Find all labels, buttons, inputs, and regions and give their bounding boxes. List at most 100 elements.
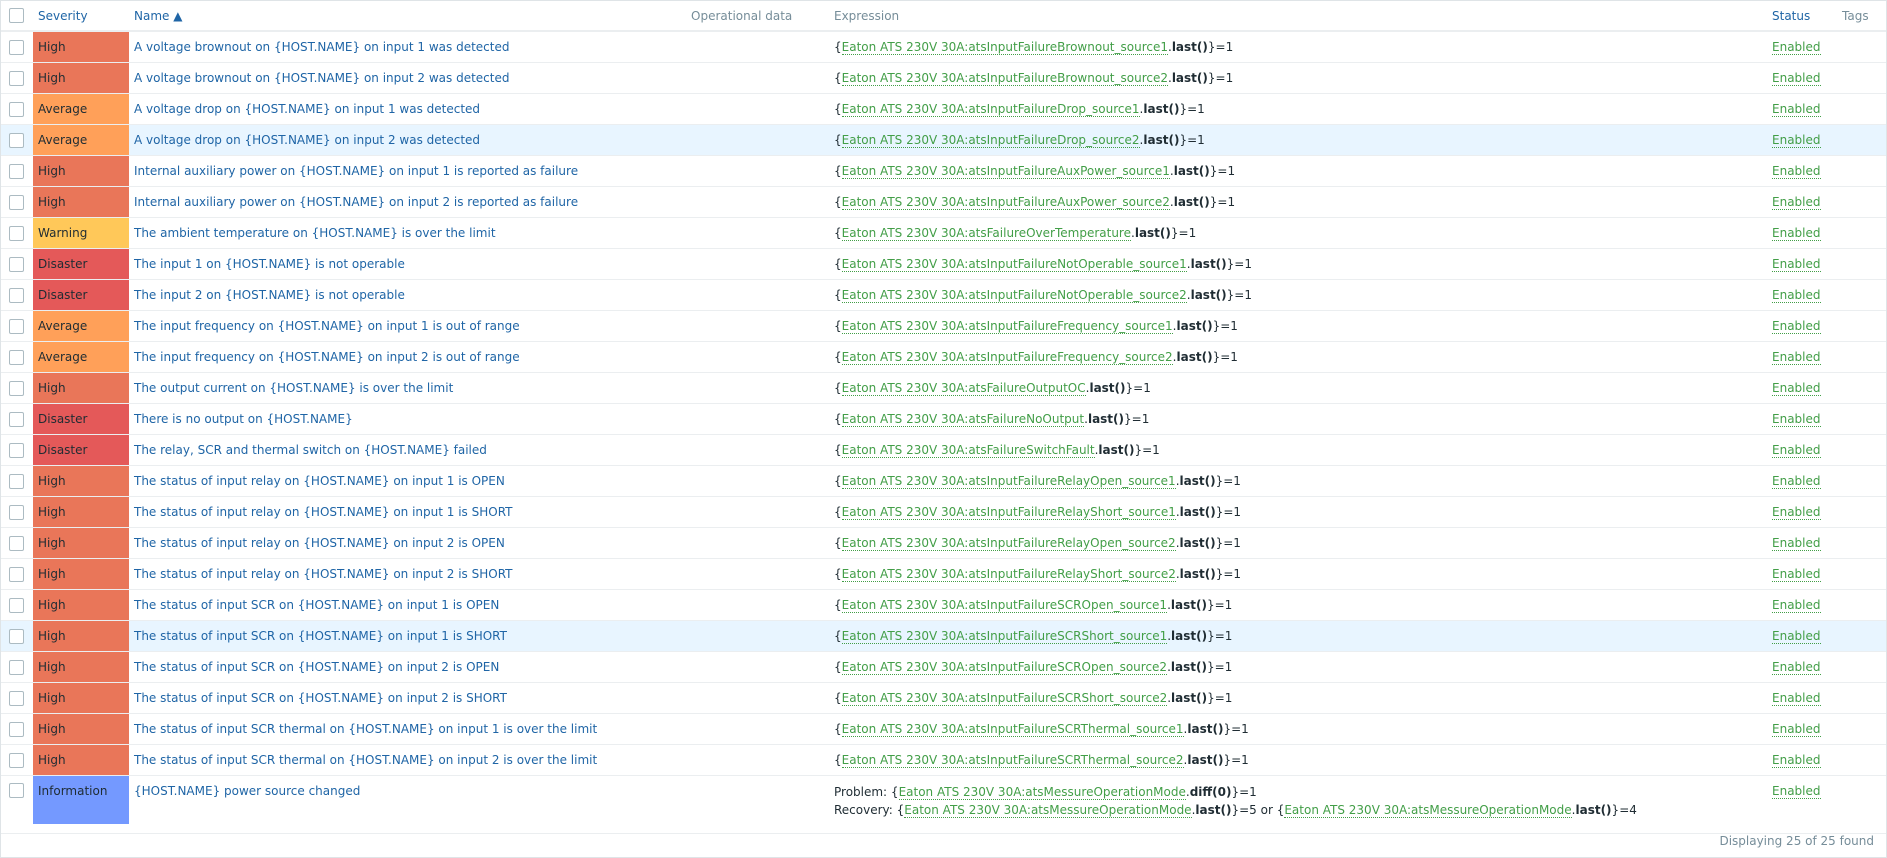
trigger-name-link[interactable]: A voltage brownout on {HOST.NAME} on inp… [134, 71, 509, 85]
expression-item-link[interactable]: Eaton ATS 230V 30A:atsInputFailureBrowno… [841, 40, 1168, 55]
trigger-name-link[interactable]: The status of input relay on {HOST.NAME}… [134, 567, 513, 581]
trigger-name-link[interactable]: The status of input SCR thermal on {HOST… [134, 722, 597, 736]
expression-item-link[interactable]: Eaton ATS 230V 30A:atsInputFailureFreque… [841, 350, 1173, 365]
row-checkbox[interactable] [9, 411, 24, 427]
row-checkbox[interactable] [9, 659, 24, 675]
trigger-name-link[interactable]: The relay, SCR and thermal switch on {HO… [134, 443, 487, 457]
trigger-name-link[interactable]: The status of input SCR on {HOST.NAME} o… [134, 660, 499, 674]
status-toggle[interactable]: Enabled [1772, 412, 1821, 427]
row-checkbox[interactable] [9, 287, 24, 303]
row-checkbox[interactable] [9, 442, 24, 458]
row-checkbox[interactable] [9, 194, 24, 210]
name-header[interactable]: Name ▲ [129, 1, 691, 32]
status-toggle[interactable]: Enabled [1772, 443, 1821, 458]
status-toggle[interactable]: Enabled [1772, 660, 1821, 675]
severity-header[interactable]: Severity [33, 1, 129, 32]
expression-item-link[interactable]: Eaton ATS 230V 30A:atsFailureSwitchFault [841, 443, 1095, 458]
expression-item-link[interactable]: Eaton ATS 230V 30A:atsInputFailureNotOpe… [841, 257, 1187, 272]
trigger-name-link[interactable]: {HOST.NAME} power source changed [134, 784, 360, 798]
select-all-checkbox[interactable] [9, 8, 24, 23]
status-toggle[interactable]: Enabled [1772, 226, 1821, 241]
status-toggle[interactable]: Enabled [1772, 567, 1821, 582]
expression-item-link[interactable]: Eaton ATS 230V 30A:atsMessureOperationMo… [904, 803, 1192, 818]
row-checkbox[interactable] [9, 597, 24, 613]
row-checkbox[interactable] [9, 752, 24, 768]
row-checkbox[interactable] [9, 690, 24, 706]
status-toggle[interactable]: Enabled [1772, 71, 1821, 86]
row-checkbox[interactable] [9, 349, 24, 365]
trigger-name-link[interactable]: A voltage drop on {HOST.NAME} on input 2… [134, 133, 480, 147]
status-toggle[interactable]: Enabled [1772, 505, 1821, 520]
row-checkbox[interactable] [9, 132, 24, 148]
status-toggle[interactable]: Enabled [1772, 536, 1821, 551]
row-checkbox[interactable] [9, 39, 24, 55]
status-toggle[interactable]: Enabled [1772, 722, 1821, 737]
expression-item-link[interactable]: Eaton ATS 230V 30A:atsInputFailureSCROpe… [841, 660, 1168, 675]
row-checkbox[interactable] [9, 628, 24, 644]
status-toggle[interactable]: Enabled [1772, 102, 1821, 117]
expression-item-link[interactable]: Eaton ATS 230V 30A:atsInputFailureRelayO… [841, 474, 1176, 489]
expression-item-link[interactable]: Eaton ATS 230V 30A:atsInputFailureSCRThe… [841, 753, 1184, 768]
expression-item-link[interactable]: Eaton ATS 230V 30A:atsInputFailureAuxPow… [841, 195, 1170, 210]
row-checkbox[interactable] [9, 380, 24, 396]
expression-item-link[interactable]: Eaton ATS 230V 30A:atsInputFailureRelayS… [841, 567, 1176, 582]
trigger-name-link[interactable]: Internal auxiliary power on {HOST.NAME} … [134, 195, 578, 209]
expression-item-link[interactable]: Eaton ATS 230V 30A:atsFailureOutputOC [841, 381, 1086, 396]
status-toggle[interactable]: Enabled [1772, 381, 1821, 396]
trigger-name-link[interactable]: The status of input SCR on {HOST.NAME} o… [134, 598, 499, 612]
row-checkbox[interactable] [9, 473, 24, 489]
expression-item-link[interactable]: Eaton ATS 230V 30A:atsFailureOverTempera… [841, 226, 1131, 241]
trigger-name-link[interactable]: The input frequency on {HOST.NAME} on in… [134, 350, 520, 364]
expression-item-link[interactable]: Eaton ATS 230V 30A:atsInputFailureSCRSho… [841, 691, 1168, 706]
status-toggle[interactable]: Enabled [1772, 784, 1821, 799]
expression-item-link[interactable]: Eaton ATS 230V 30A:atsMessureOperationMo… [1284, 803, 1572, 818]
status-toggle[interactable]: Enabled [1772, 598, 1821, 613]
trigger-name-link[interactable]: The input 2 on {HOST.NAME} is not operab… [134, 288, 405, 302]
status-toggle[interactable]: Enabled [1772, 40, 1821, 55]
trigger-name-link[interactable]: The status of input relay on {HOST.NAME}… [134, 505, 513, 519]
trigger-name-link[interactable]: A voltage brownout on {HOST.NAME} on inp… [134, 40, 509, 54]
row-checkbox[interactable] [9, 163, 24, 179]
trigger-name-link[interactable]: The input 1 on {HOST.NAME} is not operab… [134, 257, 405, 271]
expression-item-link[interactable]: Eaton ATS 230V 30A:atsInputFailureSCROpe… [841, 598, 1168, 613]
expression-item-link[interactable]: Eaton ATS 230V 30A:atsInputFailureDrop_s… [841, 133, 1140, 148]
trigger-name-link[interactable]: The status of input SCR on {HOST.NAME} o… [134, 629, 507, 643]
expression-item-link[interactable]: Eaton ATS 230V 30A:atsInputFailureBrowno… [841, 71, 1168, 86]
row-checkbox[interactable] [9, 504, 24, 520]
row-checkbox[interactable] [9, 70, 24, 86]
status-toggle[interactable]: Enabled [1772, 319, 1821, 334]
trigger-name-link[interactable]: The input frequency on {HOST.NAME} on in… [134, 319, 520, 333]
trigger-name-link[interactable]: The status of input SCR thermal on {HOST… [134, 753, 597, 767]
expression-item-link[interactable]: Eaton ATS 230V 30A:atsInputFailureNotOpe… [841, 288, 1187, 303]
row-checkbox[interactable] [9, 318, 24, 334]
row-checkbox[interactable] [9, 721, 24, 737]
expression-item-link[interactable]: Eaton ATS 230V 30A:atsFailureNoOutput [841, 412, 1085, 427]
expression-item-link[interactable]: Eaton ATS 230V 30A:atsInputFailureAuxPow… [841, 164, 1170, 179]
status-toggle[interactable]: Enabled [1772, 629, 1821, 644]
status-toggle[interactable]: Enabled [1772, 195, 1821, 210]
trigger-name-link[interactable]: The status of input SCR on {HOST.NAME} o… [134, 691, 507, 705]
expression-item-link[interactable]: Eaton ATS 230V 30A:atsInputFailureRelayS… [841, 505, 1176, 520]
expression-item-link[interactable]: Eaton ATS 230V 30A:atsInputFailureSCRThe… [841, 722, 1184, 737]
expression-item-link[interactable]: Eaton ATS 230V 30A:atsMessureOperationMo… [898, 785, 1186, 800]
trigger-name-link[interactable]: Internal auxiliary power on {HOST.NAME} … [134, 164, 578, 178]
status-toggle[interactable]: Enabled [1772, 133, 1821, 148]
status-header[interactable]: Status [1769, 1, 1842, 32]
status-toggle[interactable]: Enabled [1772, 350, 1821, 365]
status-toggle[interactable]: Enabled [1772, 288, 1821, 303]
row-checkbox[interactable] [9, 256, 24, 272]
status-toggle[interactable]: Enabled [1772, 753, 1821, 768]
expression-item-link[interactable]: Eaton ATS 230V 30A:atsInputFailureDrop_s… [841, 102, 1140, 117]
expression-item-link[interactable]: Eaton ATS 230V 30A:atsInputFailureFreque… [841, 319, 1173, 334]
status-toggle[interactable]: Enabled [1772, 164, 1821, 179]
status-toggle[interactable]: Enabled [1772, 474, 1821, 489]
status-toggle[interactable]: Enabled [1772, 257, 1821, 272]
trigger-name-link[interactable]: A voltage drop on {HOST.NAME} on input 1… [134, 102, 480, 116]
row-checkbox[interactable] [9, 566, 24, 582]
row-checkbox[interactable] [9, 225, 24, 241]
expression-item-link[interactable]: Eaton ATS 230V 30A:atsInputFailureSCRSho… [841, 629, 1168, 644]
expression-item-link[interactable]: Eaton ATS 230V 30A:atsInputFailureRelayO… [841, 536, 1176, 551]
status-toggle[interactable]: Enabled [1772, 691, 1821, 706]
trigger-name-link[interactable]: The status of input relay on {HOST.NAME}… [134, 474, 505, 488]
row-checkbox[interactable] [9, 101, 24, 117]
